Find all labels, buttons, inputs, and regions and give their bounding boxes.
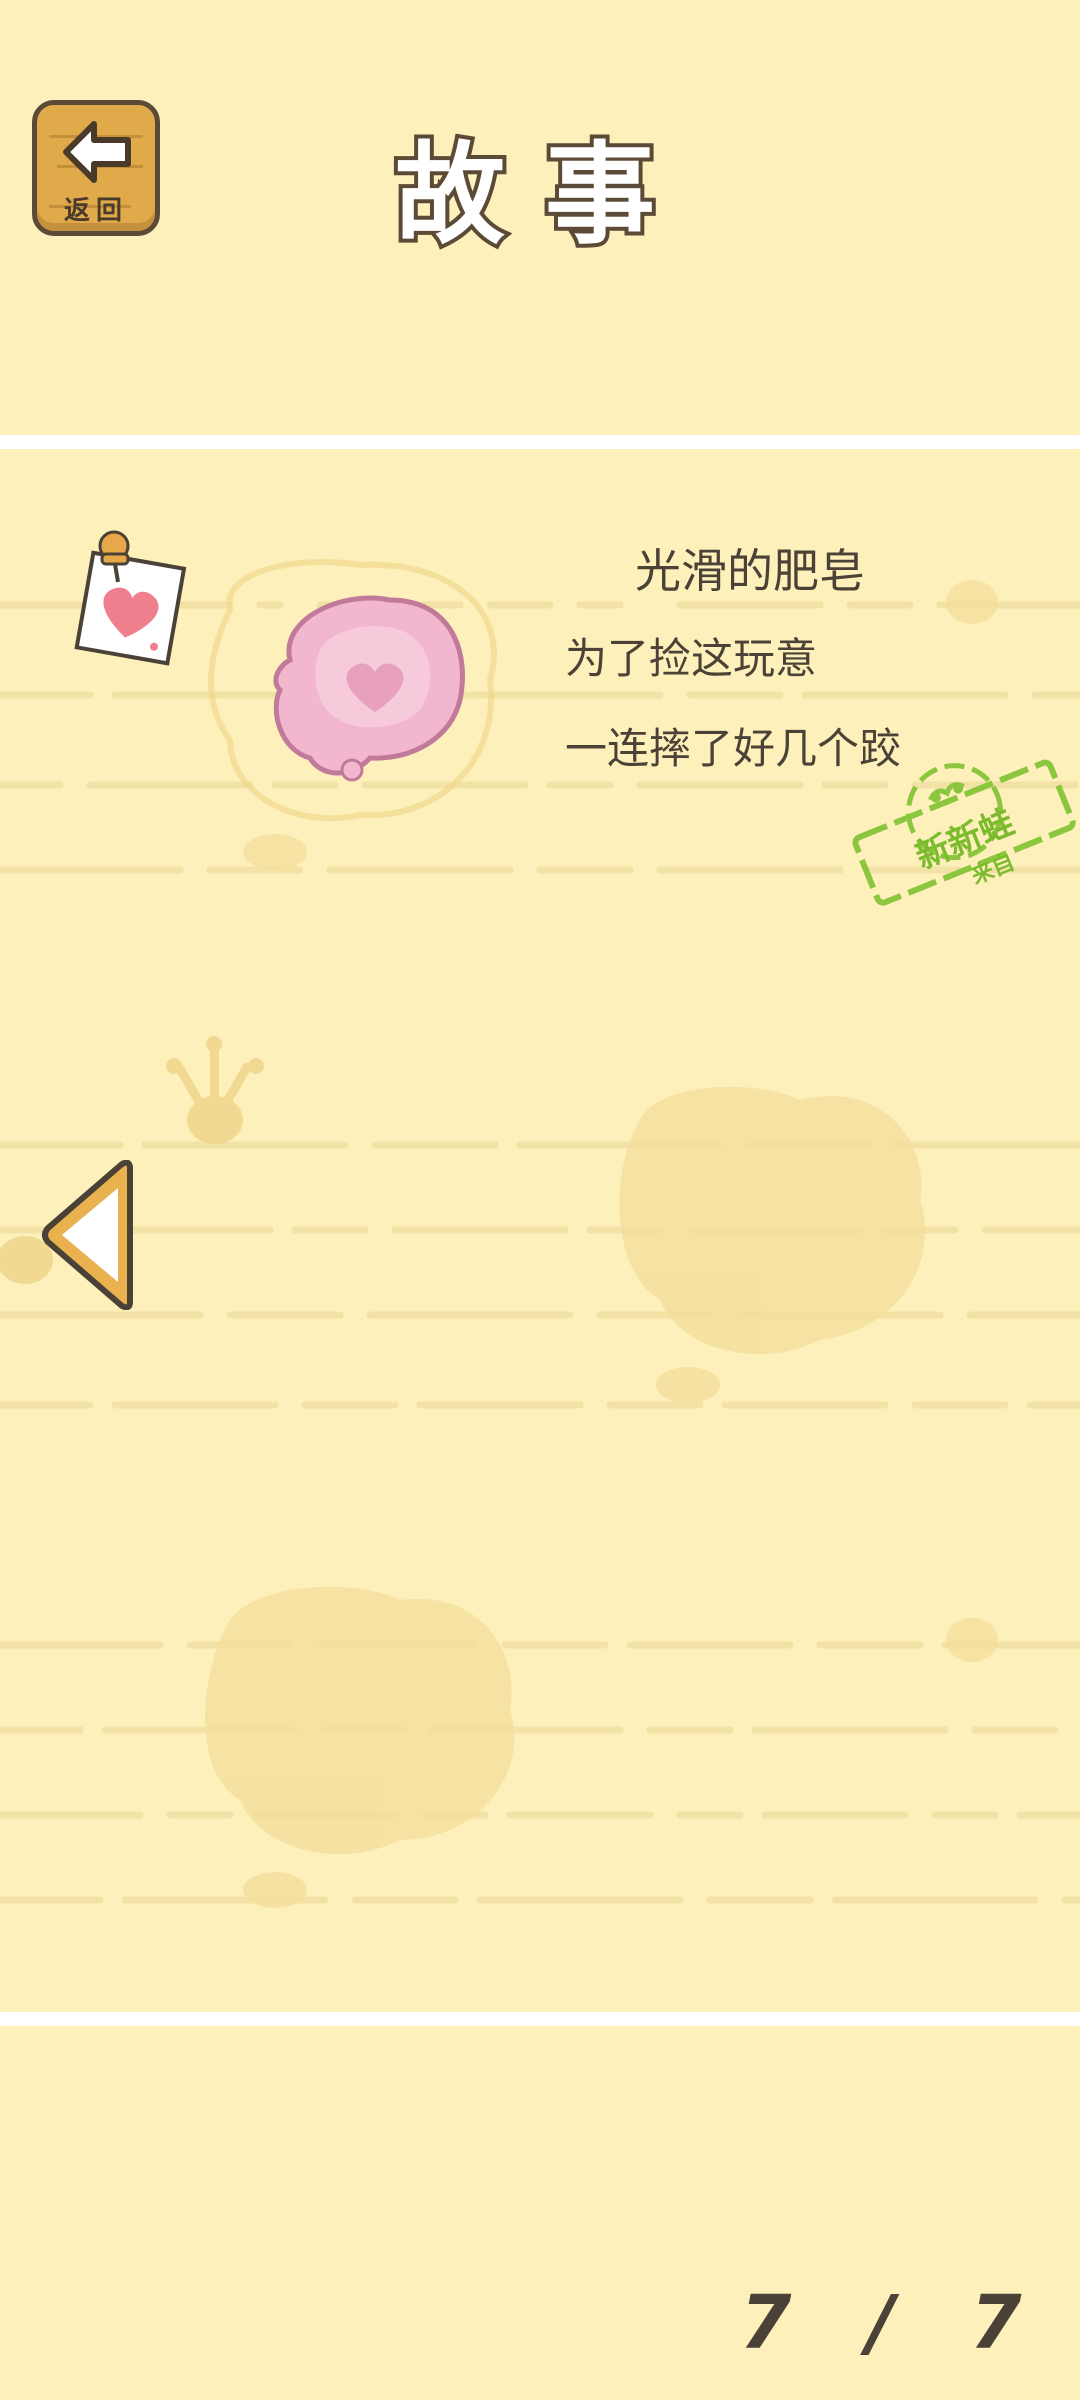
board-lines: [0, 559, 1080, 1908]
page-title: 故事: [391, 127, 695, 263]
story-screen: 返回 故事 光滑的肥皂 为了捡这玩意 一连摔了好几个跤 新新蛙 来自 7 / 7: [0, 0, 1080, 2400]
total-pages: 7: [970, 2280, 1032, 2366]
left-triangle-arrow-icon[interactable]: [38, 1160, 138, 1310]
pinned-heart-note-icon: [74, 530, 187, 666]
back-arrow-icon: [63, 121, 131, 183]
current-page: 7: [740, 2280, 802, 2366]
top-divider: [0, 435, 1080, 449]
story-line-2: 一连摔了好几个跤: [565, 724, 902, 773]
bottom-divider: [0, 2012, 1080, 2026]
story-line-1: 为了捡这玩意: [565, 634, 818, 683]
page-indicator: 7 / 7: [740, 2280, 1022, 2370]
back-button[interactable]: 返回: [32, 100, 160, 236]
story-item-name: 光滑的肥皂: [635, 544, 865, 598]
page-separator: /: [867, 2280, 905, 2366]
pink-heart-soap-icon: [273, 595, 465, 782]
back-button-label: 返回: [63, 196, 128, 226]
